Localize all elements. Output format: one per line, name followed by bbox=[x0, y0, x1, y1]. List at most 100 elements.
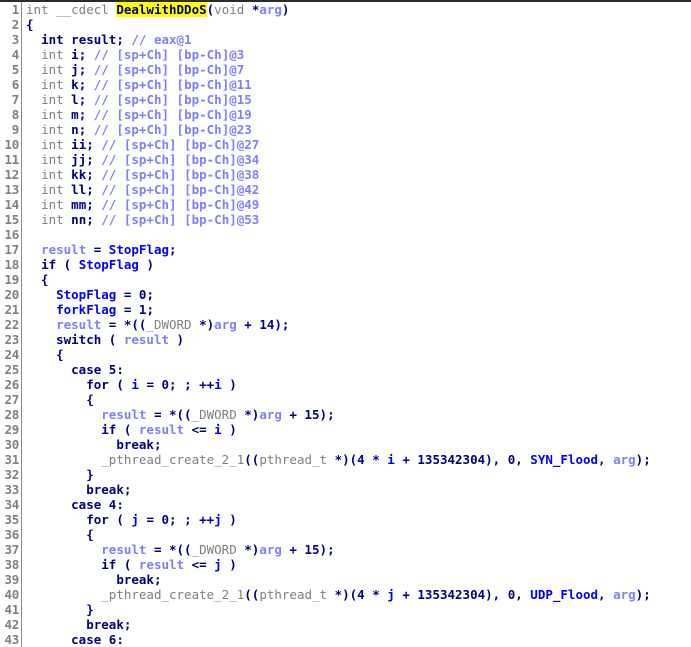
code-token[interactable]: _pthread_create_2_1 bbox=[101, 452, 244, 467]
code-token[interactable]: result bbox=[139, 422, 184, 437]
code-token[interactable]: int bbox=[41, 107, 71, 122]
code-line[interactable]: 13 int ll; // [sp+Ch] [bp-Ch]@42 bbox=[0, 182, 691, 197]
code-token[interactable] bbox=[26, 122, 41, 137]
code-line-text[interactable]: break; bbox=[22, 437, 691, 452]
code-token[interactable] bbox=[26, 167, 41, 182]
code-token[interactable]: [sp+Ch] [bp-Ch]@42 bbox=[124, 182, 259, 197]
code-token[interactable] bbox=[26, 182, 41, 197]
code-line-text[interactable]: result = *((_DWORD *)arg + 14); bbox=[22, 317, 691, 332]
code-token[interactable]: break bbox=[86, 482, 124, 497]
code-token[interactable]: (( bbox=[244, 452, 259, 467]
code-line[interactable]: 40 _pthread_create_2_1((pthread_t *)(4 *… bbox=[0, 587, 691, 602]
code-token[interactable]: // bbox=[101, 212, 124, 227]
code-token[interactable]: int bbox=[41, 62, 71, 77]
code-token[interactable] bbox=[26, 497, 71, 512]
code-line[interactable]: 37 result = *((_DWORD *)arg + 15); bbox=[0, 542, 691, 557]
code-line-text[interactable]: int ii; // [sp+Ch] [bp-Ch]@27 bbox=[22, 137, 691, 152]
code-token[interactable]: [sp+Ch] [bp-Ch]@27 bbox=[124, 137, 259, 152]
code-token[interactable]: StopFlag bbox=[56, 287, 116, 302]
code-line-text[interactable]: break; bbox=[22, 572, 691, 587]
code-token[interactable]: int bbox=[41, 197, 71, 212]
code-token[interactable] bbox=[26, 242, 41, 257]
code-token[interactable]: + bbox=[282, 407, 305, 422]
code-token[interactable]: nn; bbox=[71, 212, 94, 227]
code-line-text[interactable]: case 6: bbox=[22, 632, 691, 647]
code-token[interactable] bbox=[86, 122, 94, 137]
code-line[interactable]: 18 if ( StopFlag ) bbox=[0, 257, 691, 272]
code-token[interactable] bbox=[26, 62, 41, 77]
code-token[interactable] bbox=[26, 587, 101, 602]
code-token[interactable]: break bbox=[116, 572, 154, 587]
code-token[interactable]: jj; bbox=[71, 152, 94, 167]
code-line-text[interactable]: int jj; // [sp+Ch] [bp-Ch]@34 bbox=[22, 152, 691, 167]
code-token[interactable]: ), bbox=[485, 587, 508, 602]
code-token[interactable]: = bbox=[116, 287, 139, 302]
code-token[interactable]: int result; bbox=[41, 32, 124, 47]
code-token[interactable] bbox=[26, 107, 41, 122]
code-token[interactable]: * bbox=[365, 452, 388, 467]
code-token[interactable]: + bbox=[395, 452, 418, 467]
code-token[interactable]: 14 bbox=[259, 317, 274, 332]
code-token[interactable]: [sp+Ch] [bp-Ch]@15 bbox=[116, 92, 251, 107]
code-line[interactable]: 42 break; bbox=[0, 617, 691, 632]
code-token[interactable]: ( bbox=[116, 377, 131, 392]
code-token[interactable]: * bbox=[365, 587, 388, 602]
code-token[interactable] bbox=[26, 47, 41, 62]
code-token[interactable] bbox=[26, 617, 86, 632]
code-line-text[interactable]: if ( result <= i ) bbox=[22, 422, 691, 437]
code-token[interactable]: n; bbox=[71, 122, 86, 137]
code-token[interactable] bbox=[26, 362, 71, 377]
code-token[interactable] bbox=[26, 287, 56, 302]
code-token[interactable]: ( bbox=[109, 332, 124, 347]
code-line[interactable]: 38 if ( result <= j ) bbox=[0, 557, 691, 572]
code-token[interactable]: forkFlag bbox=[56, 302, 116, 317]
code-line[interactable]: 8 int m; // [sp+Ch] [bp-Ch]@19 bbox=[0, 107, 691, 122]
code-token[interactable]: , bbox=[598, 587, 613, 602]
highlighted-token[interactable]: DealwithDDoS bbox=[116, 2, 207, 17]
code-token[interactable]: [sp+Ch] [bp-Ch]@11 bbox=[116, 77, 251, 92]
code-token[interactable]: ( bbox=[116, 512, 131, 527]
code-token[interactable] bbox=[26, 302, 56, 317]
code-token[interactable]: ; bbox=[146, 287, 154, 302]
code-token[interactable]: result bbox=[41, 242, 86, 257]
code-token[interactable]: arg bbox=[259, 542, 282, 557]
code-line[interactable]: 11 int jj; // [sp+Ch] [bp-Ch]@34 bbox=[0, 152, 691, 167]
code-line[interactable]: 4 int i; // [sp+Ch] [bp-Ch]@3 bbox=[0, 47, 691, 62]
code-line[interactable]: 43 case 6: bbox=[0, 632, 691, 647]
code-line[interactable]: 7 int l; // [sp+Ch] [bp-Ch]@15 bbox=[0, 92, 691, 107]
code-token[interactable]: _DWORD bbox=[192, 542, 245, 557]
code-line-text[interactable]: int kk; // [sp+Ch] [bp-Ch]@38 bbox=[22, 167, 691, 182]
code-token[interactable]: pthread_t bbox=[259, 452, 334, 467]
code-token[interactable]: result bbox=[56, 317, 101, 332]
code-token[interactable]: ) bbox=[222, 557, 237, 572]
code-line-text[interactable]: case 5: bbox=[22, 362, 691, 377]
code-token[interactable]: = *(( bbox=[146, 407, 192, 422]
code-token[interactable]: ) bbox=[222, 422, 237, 437]
code-line-text[interactable]: { bbox=[22, 392, 691, 407]
code-line[interactable]: 12 int kk; // [sp+Ch] [bp-Ch]@38 bbox=[0, 167, 691, 182]
code-line[interactable]: 26 for ( i = 0; ; ++i ) bbox=[0, 377, 691, 392]
code-line-text[interactable]: int n; // [sp+Ch] [bp-Ch]@23 bbox=[22, 122, 691, 137]
code-token[interactable] bbox=[26, 152, 41, 167]
code-token[interactable]: m; bbox=[71, 107, 86, 122]
code-token[interactable] bbox=[86, 107, 94, 122]
code-token[interactable] bbox=[26, 332, 56, 347]
code-line-text[interactable]: } bbox=[22, 602, 691, 617]
code-token[interactable]: ) bbox=[139, 257, 154, 272]
code-line-text[interactable]: break; bbox=[22, 617, 691, 632]
code-token[interactable]: result bbox=[101, 407, 146, 422]
code-token[interactable]: : bbox=[116, 497, 124, 512]
code-token[interactable] bbox=[26, 482, 86, 497]
code-token[interactable]: *)( bbox=[335, 452, 358, 467]
code-token[interactable]: i bbox=[131, 377, 139, 392]
code-line-text[interactable]: { bbox=[22, 347, 691, 362]
code-token[interactable] bbox=[26, 452, 101, 467]
code-token[interactable]: 135342304 bbox=[417, 452, 485, 467]
code-token[interactable]: *)( bbox=[335, 587, 358, 602]
code-line-text[interactable]: forkFlag = 1; bbox=[22, 302, 691, 317]
code-token[interactable]: [sp+Ch] [bp-Ch]@49 bbox=[124, 197, 259, 212]
code-token[interactable]: // bbox=[94, 77, 117, 92]
code-token[interactable]: [sp+Ch] [bp-Ch]@19 bbox=[116, 107, 251, 122]
code-token[interactable]: j bbox=[131, 512, 139, 527]
code-token[interactable]: int bbox=[41, 212, 71, 227]
